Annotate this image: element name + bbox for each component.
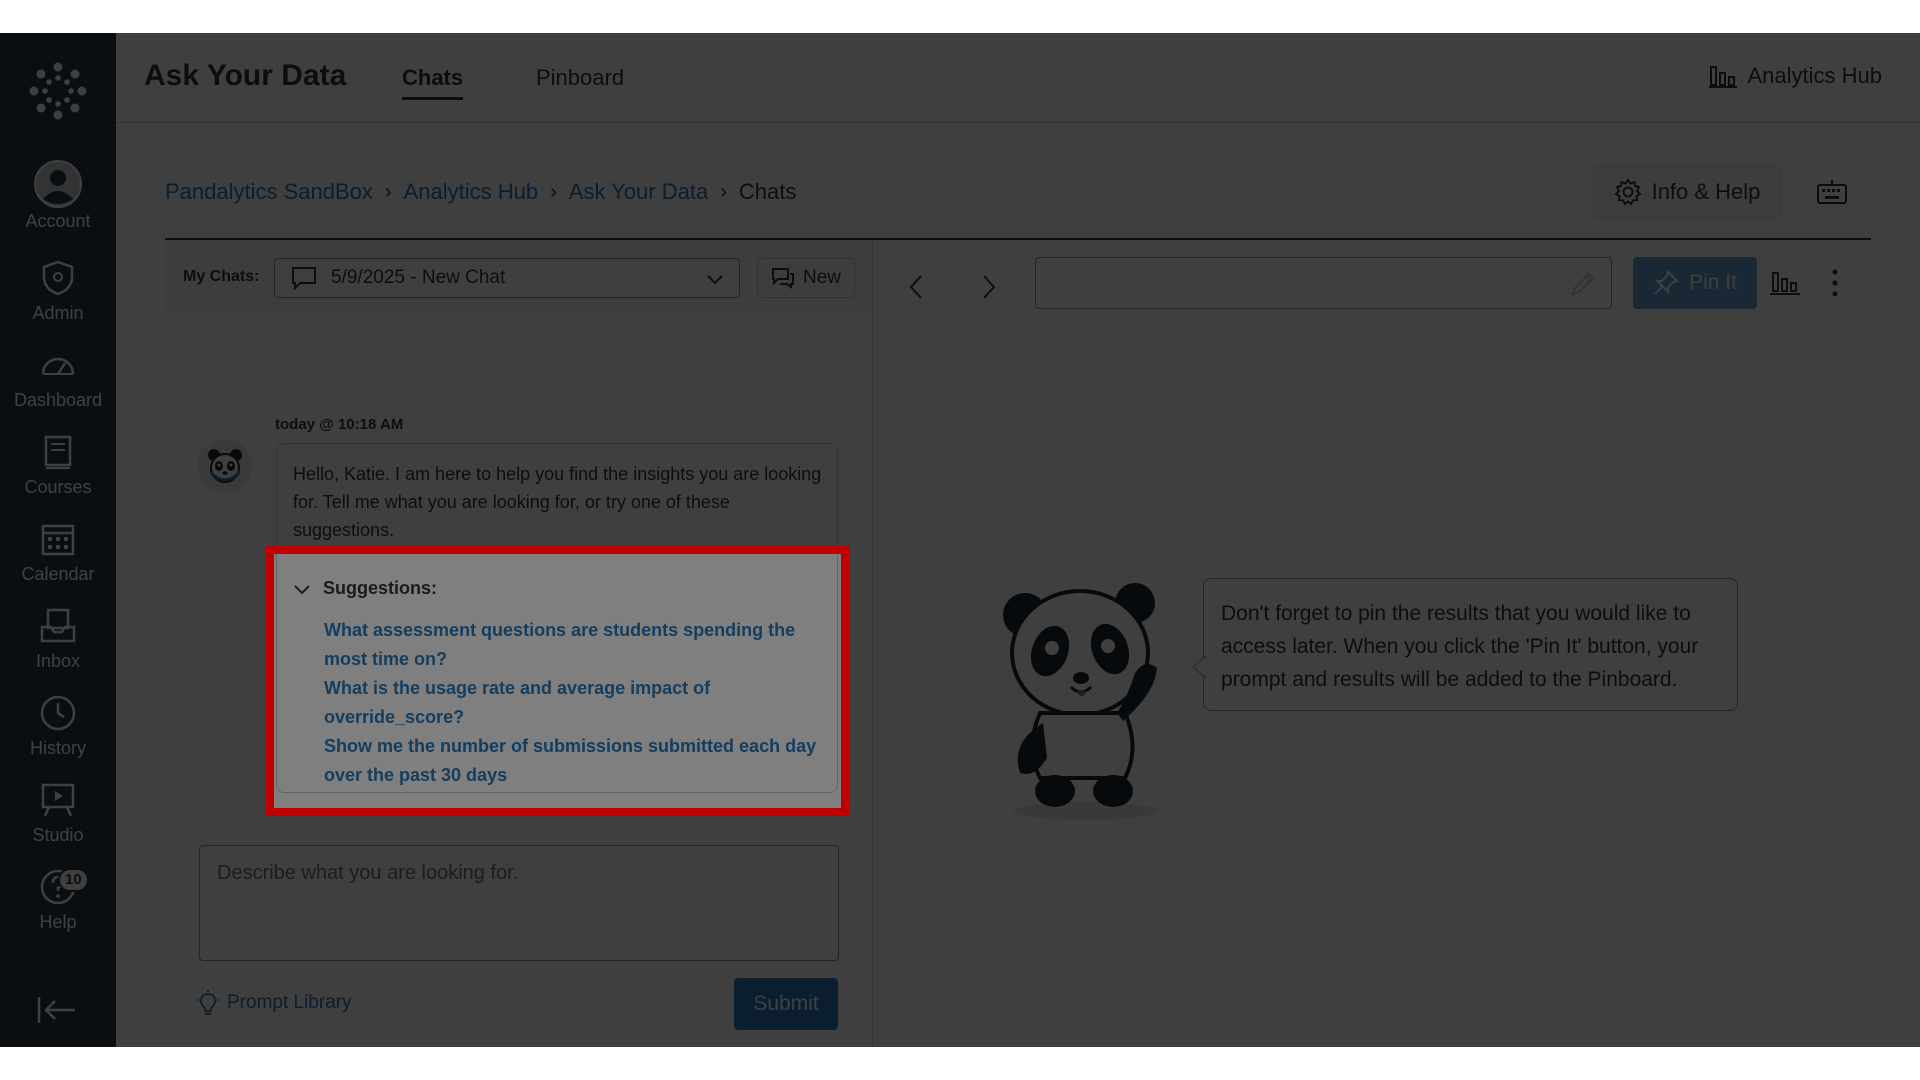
info-help-label: Info & Help bbox=[1651, 179, 1761, 204]
help-count-badge: 10 bbox=[58, 868, 89, 892]
panel-divider bbox=[872, 240, 873, 1047]
nav-label-calendar: Calendar bbox=[21, 564, 95, 584]
nav-label-studio: Studio bbox=[32, 825, 84, 845]
new-chat-label: New bbox=[802, 267, 841, 288]
submit-button[interactable]: Submit bbox=[734, 978, 838, 1030]
nav-label-history: History bbox=[29, 738, 86, 758]
analytics-hub-label: Analytics Hub bbox=[1747, 63, 1882, 88]
app-title: Ask Your Data bbox=[144, 59, 347, 92]
message-timestamp: today @ 10:18 AM bbox=[275, 416, 404, 433]
nav-label-inbox: Inbox bbox=[35, 651, 81, 671]
lightbulb-icon bbox=[198, 990, 218, 1015]
nav-item-inbox[interactable]: Inbox bbox=[0, 607, 116, 691]
chat-toolbar: My Chats: 5/9/2025 - New Chat New bbox=[165, 240, 872, 315]
chart-view-icon[interactable] bbox=[1770, 267, 1800, 297]
pin-it-label: Pin It bbox=[1689, 271, 1737, 294]
nav-item-studio[interactable]: Studio bbox=[0, 781, 116, 865]
pin-tip-bubble: Don't forget to pin the results that you… bbox=[1192, 578, 1738, 711]
pencil-icon[interactable] bbox=[1569, 270, 1597, 298]
nav-label-admin: Admin bbox=[32, 303, 84, 323]
panda-mascot-illustration bbox=[1003, 583, 1157, 820]
history-clock-icon bbox=[40, 695, 76, 731]
admin-shield-icon bbox=[42, 260, 74, 296]
prompt-library-label: Prompt Library bbox=[227, 992, 352, 1013]
keyboard-shortcuts-icon[interactable] bbox=[1816, 179, 1848, 207]
collapse-nav-icon[interactable] bbox=[36, 993, 78, 1027]
prompt-input[interactable] bbox=[199, 845, 839, 961]
tab-pinboard[interactable]: Pinboard bbox=[536, 65, 624, 97]
nav-label-courses: Courses bbox=[24, 477, 92, 497]
nav-item-dashboard[interactable]: Dashboard bbox=[0, 346, 116, 430]
nav-label-dashboard: Dashboard bbox=[13, 390, 103, 410]
breadcrumb-chevron-icon: › bbox=[720, 180, 727, 203]
my-chats-label: My Chats: bbox=[183, 268, 260, 285]
panda-avatar-icon bbox=[208, 449, 242, 483]
new-chat-icon bbox=[771, 268, 794, 289]
pin-it-button[interactable]: Pin It bbox=[1633, 257, 1757, 309]
breadcrumb-chevron-icon: › bbox=[384, 180, 392, 203]
new-chat-button[interactable]: New bbox=[757, 258, 855, 298]
result-title-field[interactable] bbox=[1035, 257, 1612, 309]
nav-item-history[interactable]: History bbox=[0, 694, 116, 778]
breadcrumb: Pandalytics SandBox › Analytics Hub › As… bbox=[165, 179, 796, 205]
suggestions-highlight-frame bbox=[266, 546, 849, 816]
inbox-icon bbox=[40, 608, 76, 643]
gear-icon bbox=[1613, 178, 1642, 206]
chevron-down-icon bbox=[707, 275, 723, 285]
chat-select-dropdown[interactable]: 5/9/2025 - New Chat bbox=[274, 258, 740, 298]
dashboard-icon bbox=[41, 357, 75, 375]
selected-chat-value: 5/9/2025 - New Chat bbox=[331, 267, 506, 288]
breadcrumb-link-ask-your-data[interactable]: Ask Your Data bbox=[569, 179, 708, 205]
analytics-hub-link[interactable]: Analytics Hub bbox=[1709, 63, 1882, 89]
app-frame: Account Admin Dashboard Courses Calendar… bbox=[0, 33, 1920, 1047]
info-help-button[interactable]: Info & Help bbox=[1593, 166, 1781, 218]
global-nav: Account Admin Dashboard Courses Calendar… bbox=[0, 33, 116, 1047]
nav-label-account: Account bbox=[25, 211, 91, 231]
account-icon bbox=[34, 160, 82, 208]
nav-item-help[interactable]: 10 Help bbox=[0, 868, 116, 952]
breadcrumb-current: Chats bbox=[738, 179, 797, 204]
more-options-icon[interactable] bbox=[1826, 267, 1844, 299]
calendar-icon bbox=[41, 524, 75, 556]
assistant-message-text: Hello, Katie. I am here to help you find… bbox=[293, 464, 822, 540]
breadcrumb-link-sandbox[interactable]: Pandalytics SandBox bbox=[165, 179, 373, 205]
canvas-logo-icon[interactable] bbox=[28, 61, 88, 121]
chat-bubble-icon bbox=[292, 267, 316, 290]
breadcrumb-link-analytics-hub[interactable]: Analytics Hub bbox=[404, 179, 539, 205]
nav-item-admin[interactable]: Admin bbox=[0, 259, 116, 343]
next-result-icon[interactable] bbox=[976, 270, 1000, 304]
previous-result-icon[interactable] bbox=[905, 270, 929, 304]
nav-item-courses[interactable]: Courses bbox=[0, 433, 116, 517]
speech-tail-icon bbox=[1192, 656, 1206, 678]
nav-item-account[interactable]: Account bbox=[0, 159, 116, 243]
prompt-library-link[interactable]: Prompt Library bbox=[197, 990, 352, 1016]
courses-book-icon bbox=[44, 435, 72, 469]
nav-item-calendar[interactable]: Calendar bbox=[0, 520, 116, 604]
tab-chats[interactable]: Chats bbox=[402, 65, 464, 100]
breadcrumb-chevron-icon: › bbox=[550, 180, 557, 203]
studio-icon bbox=[41, 783, 75, 817]
panda-avatar bbox=[198, 439, 252, 493]
app-header: Ask Your Data Chats Pinboard Analytics H… bbox=[116, 33, 1920, 123]
nav-label-help: Help bbox=[39, 912, 77, 932]
bar-chart-icon bbox=[1709, 66, 1738, 88]
pin-tip-text: Don't forget to pin the results that you… bbox=[1221, 602, 1699, 691]
pin-icon bbox=[1654, 270, 1680, 295]
